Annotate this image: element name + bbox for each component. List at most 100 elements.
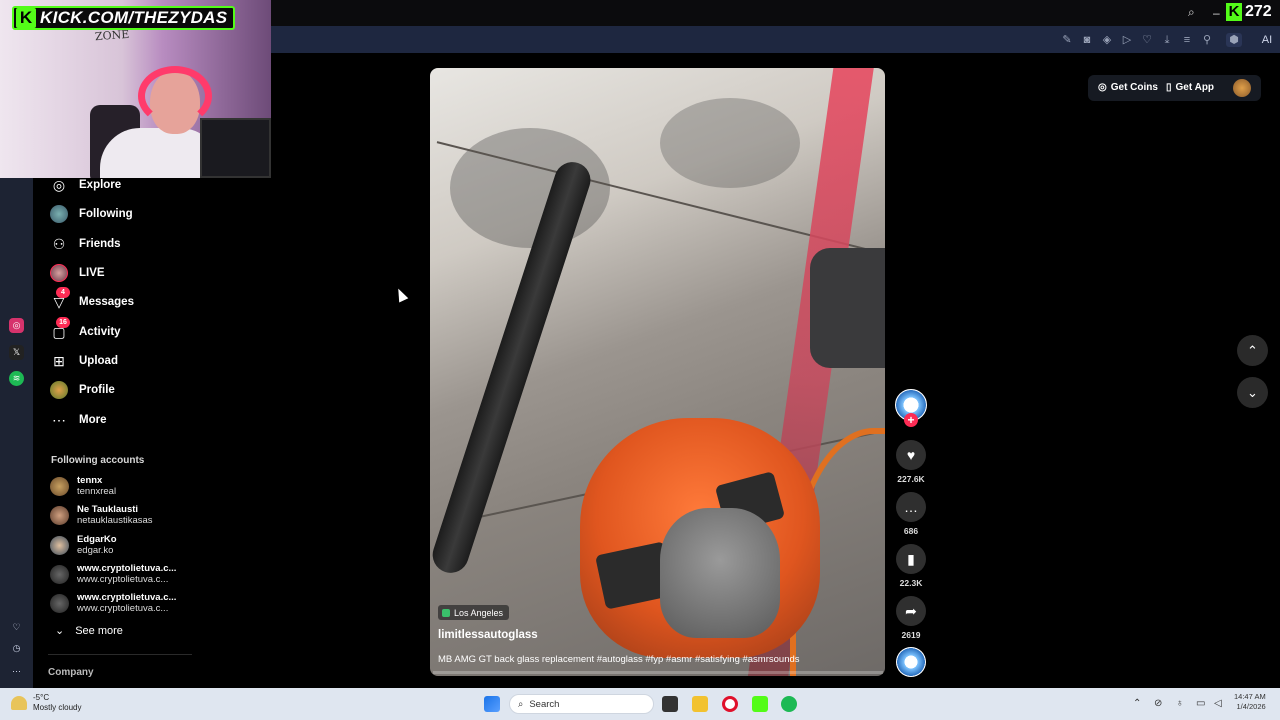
share-action[interactable]: ➦ 2619 bbox=[896, 596, 926, 640]
following-account[interactable]: www.cryptolietuva.c... www.cryptolietuva.… bbox=[50, 561, 176, 587]
video-player[interactable] bbox=[430, 68, 885, 676]
more-icon[interactable]: ⋯ bbox=[9, 664, 24, 679]
account-handle: netauklaustikasas bbox=[77, 515, 153, 526]
sidebar-item-label: Upload bbox=[79, 355, 118, 367]
browser-sidebar: ◎ 𝕏 ≋ ♡ ◷ ⋯ bbox=[0, 178, 33, 688]
camera-icon[interactable]: ◙ bbox=[1080, 33, 1094, 47]
download-icon[interactable]: ⤓ bbox=[1160, 33, 1174, 47]
messages-icon: ▽ 4 bbox=[50, 287, 70, 311]
company-link[interactable]: Company bbox=[48, 667, 94, 678]
get-coins-button[interactable]: ◎ Get Coins bbox=[1098, 82, 1158, 93]
network-off-icon[interactable]: ⊘ bbox=[1154, 698, 1162, 709]
heart-icon[interactable]: ♡ bbox=[9, 620, 24, 635]
video-author[interactable]: limitlessautoglass bbox=[438, 629, 538, 641]
see-more-button[interactable]: ⌄ See more bbox=[55, 624, 123, 638]
messages-badge: 4 bbox=[56, 287, 70, 298]
opera-icon[interactable] bbox=[722, 696, 738, 712]
volume-icon[interactable]: ◁ bbox=[1214, 698, 1222, 709]
previous-video-button[interactable]: ⌃ bbox=[1237, 335, 1268, 366]
task-view-icon[interactable] bbox=[662, 696, 678, 712]
chevron-up-icon[interactable]: ⌃ bbox=[1133, 698, 1141, 709]
sidebar-divider bbox=[48, 654, 192, 655]
spotify-icon[interactable] bbox=[781, 696, 797, 712]
sidebar-item-label: Profile bbox=[79, 384, 115, 396]
account-name: tennx bbox=[77, 475, 103, 486]
following-account[interactable]: Ne Tauklausti netauklaustikasas bbox=[50, 502, 153, 528]
heart-icon[interactable]: ♡ bbox=[1140, 33, 1154, 47]
following-account[interactable]: www.cryptolietuva.c... www.cryptolietuva.… bbox=[50, 590, 176, 616]
spotify-icon[interactable]: ≋ bbox=[9, 371, 24, 386]
sidebar-item-following[interactable]: Following bbox=[50, 202, 133, 226]
search-icon[interactable]: ⌕ bbox=[1188, 5, 1202, 19]
get-app-button[interactable]: ▯ Get App bbox=[1166, 82, 1214, 93]
video-progress-bar[interactable] bbox=[433, 671, 883, 674]
ai-icon[interactable]: AI bbox=[1256, 33, 1278, 47]
account-handle: www.cryptolietuva.c... bbox=[77, 603, 169, 614]
webcam-monitor bbox=[200, 118, 271, 178]
music-disc[interactable] bbox=[896, 647, 926, 677]
clock-time: 14:47 AM bbox=[1234, 692, 1266, 701]
instagram-icon[interactable]: ◎ bbox=[9, 318, 24, 333]
kick-logo-icon: K bbox=[1226, 3, 1242, 21]
video-caption: MB AMG GT back glass replacement #autogl… bbox=[438, 654, 800, 665]
comment-action[interactable]: … 686 bbox=[896, 492, 926, 536]
sidebar-item-label: More bbox=[79, 414, 107, 426]
minimize-icon[interactable]: – bbox=[1213, 6, 1220, 20]
taskbar-search[interactable]: ⌕ Search bbox=[509, 694, 654, 714]
bookmark-icon[interactable]: ▮ bbox=[896, 544, 926, 574]
account-icon[interactable]: ⚲ bbox=[1200, 33, 1214, 47]
history-icon[interactable]: ◷ bbox=[9, 641, 24, 656]
avatar bbox=[50, 564, 69, 584]
share-icon[interactable]: ➦ bbox=[896, 596, 926, 626]
file-explorer-icon[interactable] bbox=[692, 696, 708, 712]
sidebar-item-messages[interactable]: ▽ 4 Messages bbox=[50, 287, 134, 314]
menu-icon[interactable]: ≡ bbox=[1180, 33, 1194, 47]
account-name: www.cryptolietuva.c... bbox=[77, 592, 177, 603]
next-video-button[interactable]: ⌄ bbox=[1237, 377, 1268, 408]
edit-icon[interactable]: ✎ bbox=[1060, 33, 1074, 47]
sidebar-item-activity[interactable]: ▢ 16 Activity bbox=[50, 317, 121, 344]
monitor-icon[interactable]: ▭ bbox=[1196, 698, 1205, 709]
account-name: Ne Tauklausti bbox=[77, 504, 139, 515]
heart-icon[interactable]: ♥ bbox=[896, 440, 926, 470]
sidebar-item-label: LIVE bbox=[79, 267, 105, 279]
play-icon[interactable]: ▷ bbox=[1120, 33, 1134, 47]
shield-icon[interactable]: ◈ bbox=[1100, 33, 1114, 47]
video-scene bbox=[660, 508, 780, 638]
save-action[interactable]: ▮ 22.3K bbox=[896, 544, 926, 588]
video-scene bbox=[660, 98, 800, 188]
microphone-icon[interactable]: ♁ bbox=[1176, 698, 1184, 709]
search-label: Search bbox=[529, 698, 560, 710]
compass-icon: ◎ bbox=[52, 176, 66, 193]
mouse-cursor bbox=[393, 286, 409, 303]
windows-start-icon[interactable] bbox=[484, 696, 500, 712]
avatar bbox=[50, 476, 69, 496]
account-name: www.cryptolietuva.c... bbox=[77, 563, 177, 574]
kick-handle: KICK.COM/THEZYDAS bbox=[40, 8, 228, 27]
like-action[interactable]: ♥ 227.6K bbox=[896, 440, 926, 484]
x-icon[interactable]: 𝕏 bbox=[9, 345, 24, 360]
location-tag[interactable]: Los Angeles bbox=[438, 605, 510, 620]
sidebar-item-live[interactable]: LIVE bbox=[50, 261, 105, 285]
sidebar-item-friends[interactable]: ⚇ Friends bbox=[50, 232, 121, 256]
sidebar-item-profile[interactable]: Profile bbox=[50, 378, 115, 402]
system-clock[interactable]: 14:47 AM 1/4/2026 bbox=[1234, 692, 1266, 712]
extension-icon[interactable]: ⬢ bbox=[1226, 33, 1242, 47]
chevron-down-icon: ⌄ bbox=[55, 625, 65, 637]
avatar bbox=[50, 535, 69, 555]
following-accounts-title: Following accounts bbox=[51, 455, 145, 466]
follow-plus-button[interactable]: + bbox=[904, 413, 918, 427]
following-account[interactable]: tennx tennxreal bbox=[50, 473, 116, 499]
kick-app-icon[interactable] bbox=[752, 696, 768, 712]
weather-temp: -5°C bbox=[33, 693, 50, 702]
weather-widget[interactable]: -5°C Mostly cloudy bbox=[11, 693, 81, 713]
sidebar-item-upload[interactable]: ⊞ Upload bbox=[50, 349, 118, 373]
sidebar-item-label: Following bbox=[79, 208, 133, 220]
profile-avatar[interactable] bbox=[1233, 79, 1251, 97]
cloud-sun-icon bbox=[11, 696, 27, 710]
weather-condition: Mostly cloudy bbox=[33, 703, 82, 712]
sidebar-item-more[interactable]: ⋯ More bbox=[50, 408, 106, 432]
sidebar-item-explore[interactable]: ◎ Explore bbox=[50, 173, 121, 197]
following-account[interactable]: EdgarKo edgar.ko bbox=[50, 532, 117, 558]
comment-icon[interactable]: … bbox=[896, 492, 926, 522]
